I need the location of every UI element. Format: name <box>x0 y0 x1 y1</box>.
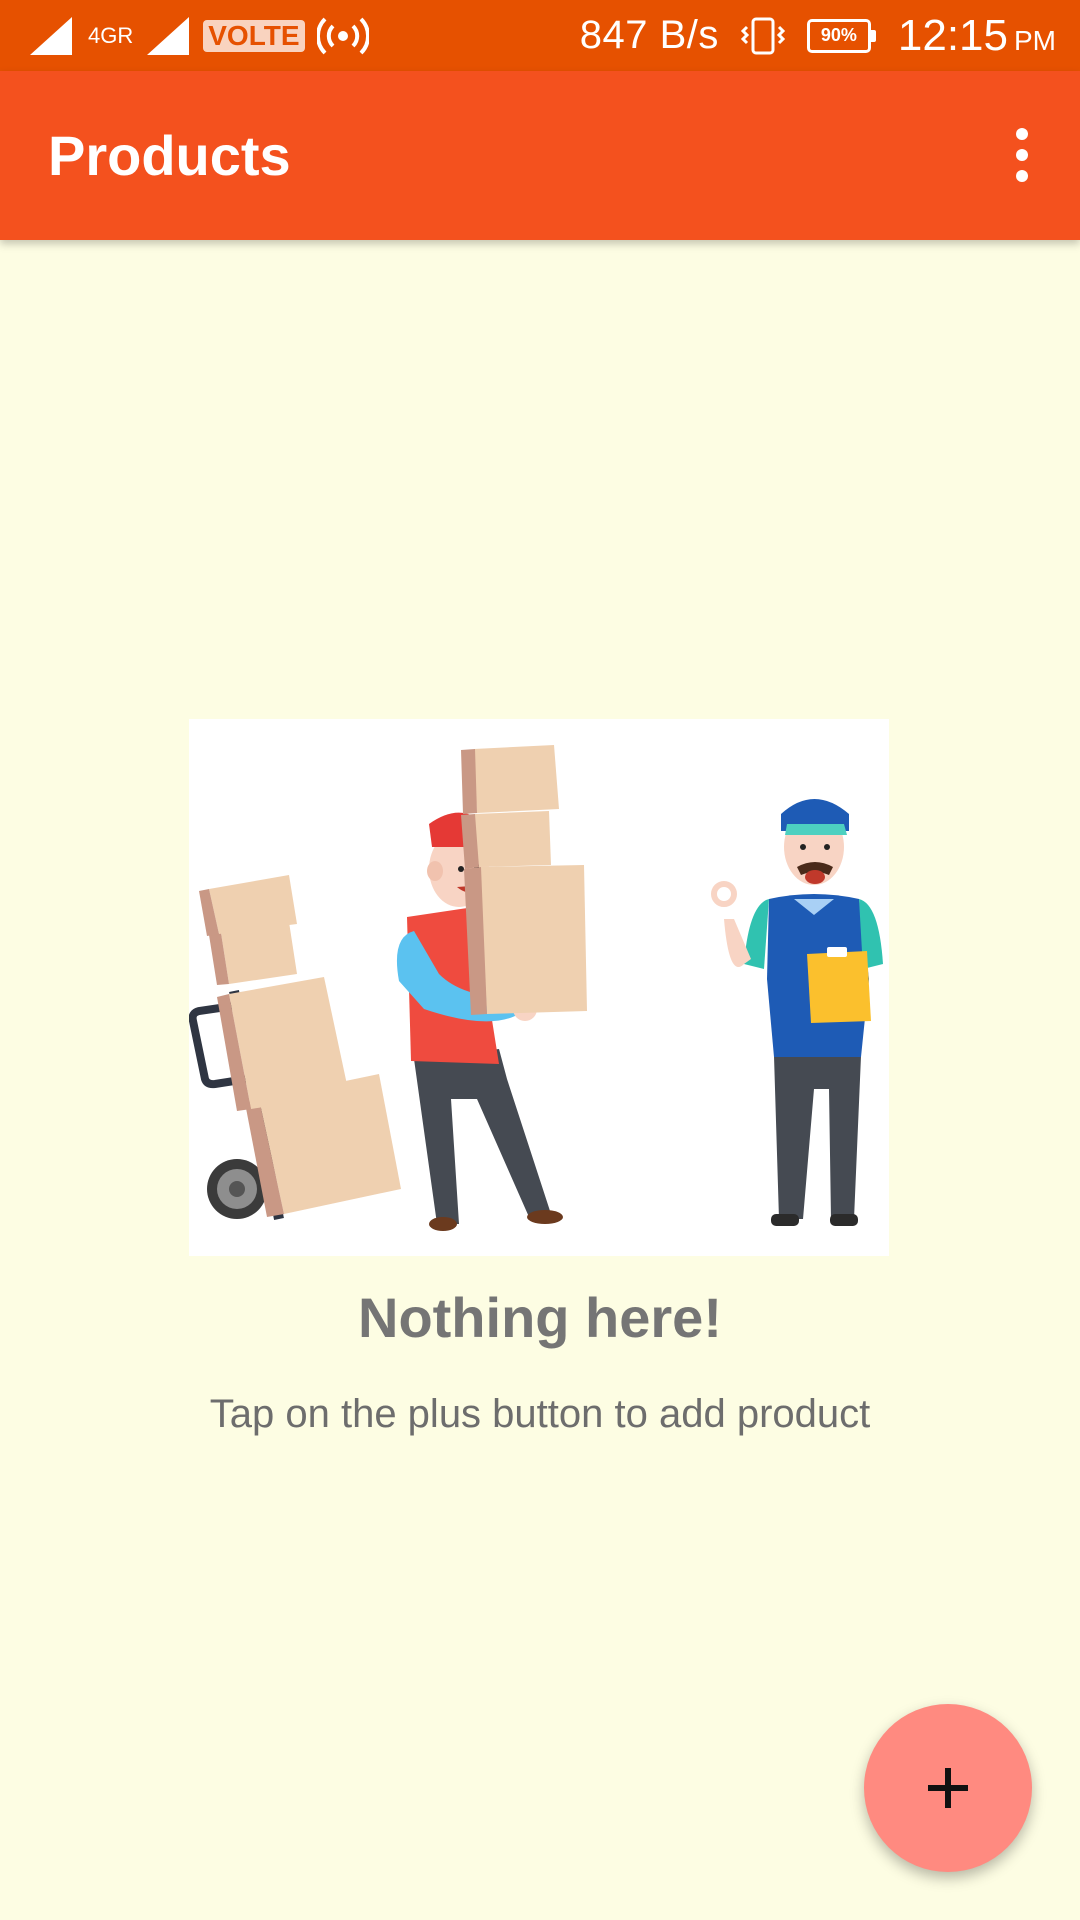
battery-icon: 90% <box>806 18 876 53</box>
network-speed: 847 B/s <box>579 13 719 57</box>
page-title: Products <box>48 124 291 187</box>
more-vert-icon[interactable] <box>994 115 1050 195</box>
plus-icon <box>928 1768 968 1808</box>
status-right: 847 B/s 90% 12:15 PM <box>580 0 1056 71</box>
status-bar: 4GR VOLTE 847 B/s 90% 12:15 PM <box>0 0 1080 71</box>
empty-state-subtitle: Tap on the plus button to add product <box>209 1392 871 1436</box>
battery-tip <box>870 29 876 42</box>
add-product-button[interactable] <box>864 1704 1032 1872</box>
empty-state-title: Nothing here! <box>358 1286 722 1349</box>
vibrate-icon <box>740 17 785 54</box>
volte-badge: VOLTE <box>203 19 305 52</box>
menu-dot <box>1016 128 1028 140</box>
network-type: 4GR <box>88 22 134 48</box>
status-left: 4GR VOLTE <box>28 0 369 71</box>
signal-icon <box>147 16 190 55</box>
screen: 4GR VOLTE 847 B/s 90% 12:15 PM Products … <box>0 0 1080 1920</box>
clock-ampm: PM <box>1014 24 1056 56</box>
battery-level: 90% <box>806 18 871 53</box>
clock: 12:15 PM <box>898 11 1056 61</box>
signal-icon <box>30 16 72 55</box>
menu-dot <box>1016 170 1028 182</box>
clock-time: 12:15 <box>897 10 1008 60</box>
app-bar: Products <box>0 71 1080 240</box>
hotspot-icon <box>316 17 369 54</box>
delivery-workers-illustration <box>189 719 889 1256</box>
menu-dot <box>1016 149 1028 161</box>
